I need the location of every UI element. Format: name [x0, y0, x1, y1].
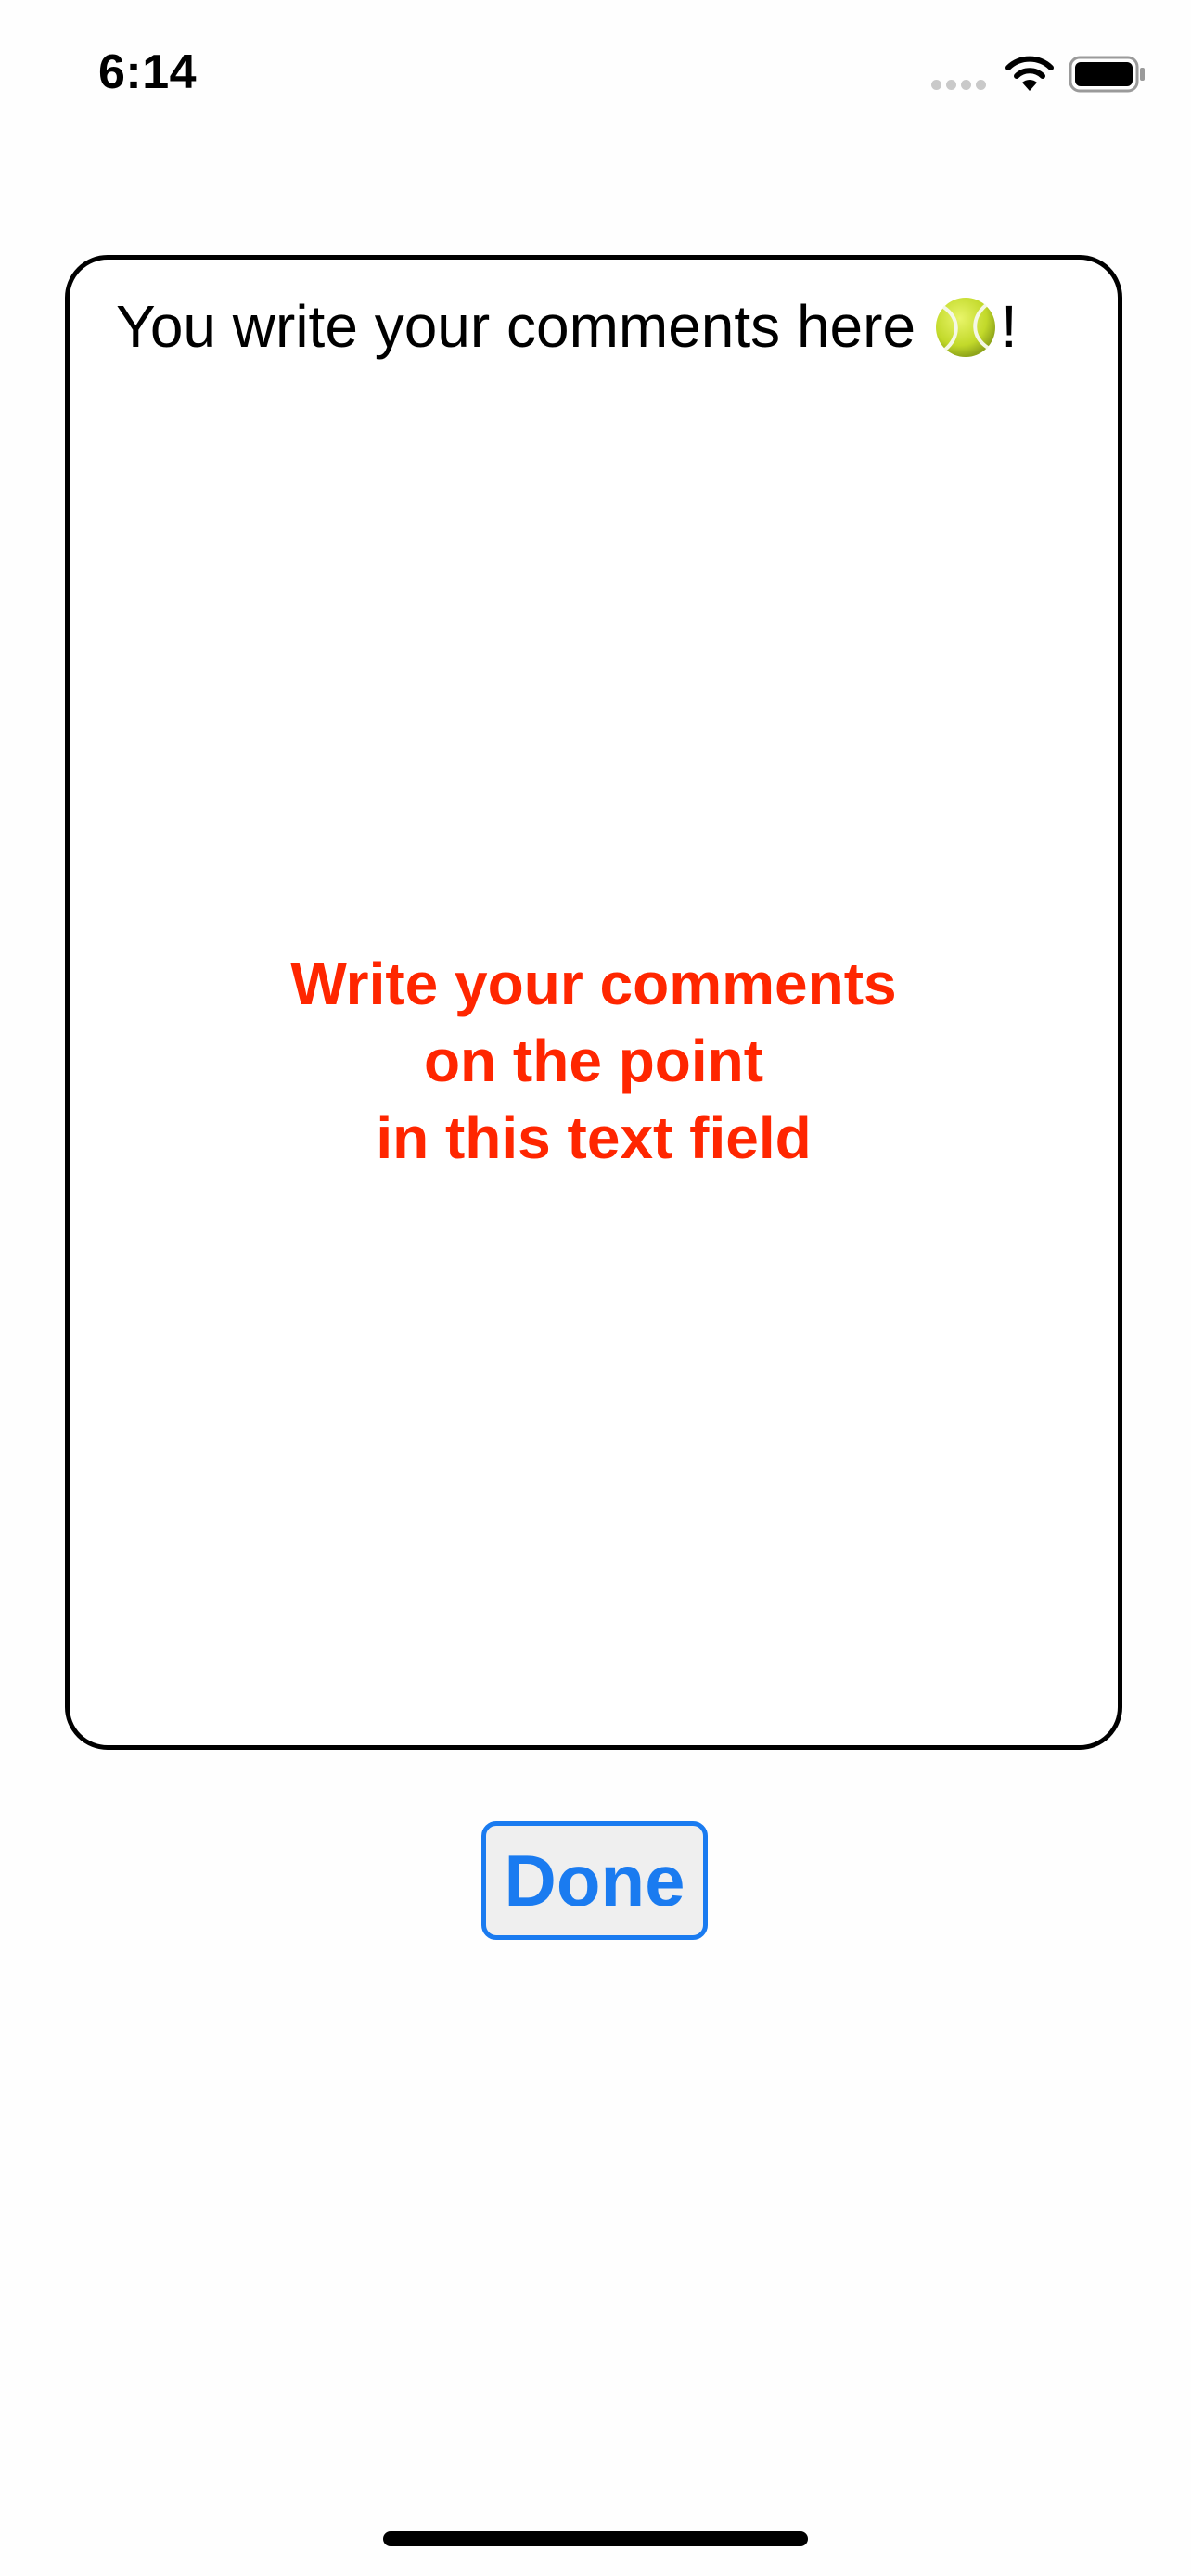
done-button[interactable]: Done [481, 1821, 708, 1940]
comments-screen: 6:14 You write your comments here ! Writ… [0, 0, 1191, 2576]
hint-line: on the point [423, 1027, 764, 1094]
cellular-signal-icon [931, 80, 989, 91]
signal-dot [946, 80, 956, 90]
signal-dot [961, 80, 971, 90]
battery-icon [1069, 56, 1145, 93]
comment-text-view[interactable]: You write your comments here ! Write you… [65, 255, 1122, 1750]
hint-line: in this text field [376, 1104, 812, 1171]
comment-input[interactable]: You write your comments here ! [116, 293, 1090, 362]
status-time: 6:14 [98, 45, 198, 99]
home-indicator[interactable] [383, 2531, 808, 2546]
comment-value: You write your comments here [116, 293, 916, 360]
signal-dot [931, 80, 941, 90]
signal-dot [976, 80, 986, 90]
hint-line: Write your comments [290, 950, 897, 1017]
comment-value-suffix: ! [1001, 293, 1018, 360]
comment-hint: Write your comments on the point in this… [70, 946, 1118, 1177]
status-bar: 6:14 [0, 0, 1191, 148]
wifi-icon [1005, 56, 1054, 91]
tennis-ball-icon [936, 297, 996, 357]
